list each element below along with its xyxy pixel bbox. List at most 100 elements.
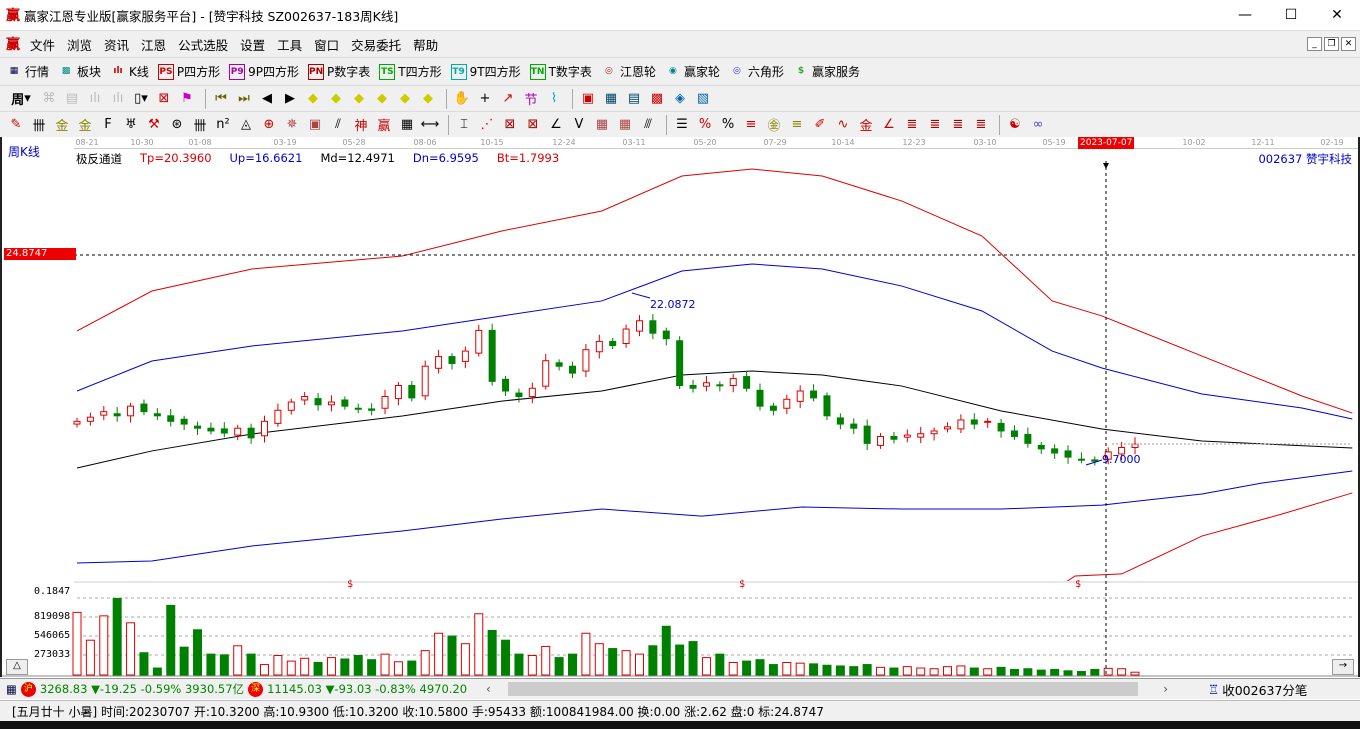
circle-icon[interactable]: ⊛ <box>167 115 187 135</box>
menu-tools[interactable]: 工具 <box>271 35 308 54</box>
fan-icon[interactable]: ⫽ <box>328 115 348 135</box>
hand-icon[interactable]: ✋ <box>452 89 472 109</box>
levels5-icon[interactable]: ≣ <box>971 115 991 135</box>
zoom-right-icon[interactable]: ◆ <box>326 89 346 109</box>
wave-icon[interactable]: ∿ <box>833 115 853 135</box>
menu-help[interactable]: 帮助 <box>407 35 444 54</box>
chart-style-icon[interactable]: ⌘ <box>39 89 59 109</box>
eraser-icon[interactable]: ⚒ <box>144 115 164 135</box>
toolbar-quote-table-button[interactable]: ▦ 行情 <box>6 63 49 80</box>
infinity-icon[interactable]: ∞ <box>1028 115 1048 135</box>
period-lines-icon[interactable]: 卌 <box>190 115 210 135</box>
menu-window[interactable]: 窗口 <box>308 35 345 54</box>
toolbar-winner-wheel-button[interactable]: ◉ 赢家轮 <box>665 63 720 80</box>
menu-gann[interactable]: 江恩 <box>135 35 172 54</box>
menu-browse[interactable]: 浏览 <box>61 35 98 54</box>
n2-icon[interactable]: n² <box>213 115 233 135</box>
percent-line-icon[interactable]: % <box>695 115 715 135</box>
gold-ratio-icon[interactable]: 金 <box>52 115 72 135</box>
line-draw-icon[interactable]: ↗ <box>498 89 518 109</box>
box-icon[interactable]: ⌶ <box>454 115 474 135</box>
gann-square-icon[interactable]: ⊠ <box>523 115 543 135</box>
gann-fan-icon[interactable]: ⋰ <box>477 115 497 135</box>
grid2-icon[interactable]: ▦ <box>615 115 635 135</box>
toolbar-tn-button[interactable]: TN T数字表 <box>529 63 592 80</box>
v-icon[interactable]: V <box>569 115 589 135</box>
target-icon[interactable]: ⊕ <box>259 115 279 135</box>
mdi-restore-button[interactable]: ❐ <box>1324 37 1339 51</box>
yinyang-icon[interactable]: ☯ <box>1005 115 1025 135</box>
prev-icon[interactable]: ◀ <box>257 89 277 109</box>
crosshair-icon[interactable]: + <box>475 89 495 109</box>
save-icon[interactable]: ▩ <box>647 89 667 109</box>
scroll-right-icon[interactable]: › <box>1163 682 1168 696</box>
gann-box-icon[interactable]: ⊠ <box>500 115 520 135</box>
zoom-in-icon[interactable]: ◆ <box>395 89 415 109</box>
close-button[interactable]: ✕ <box>1314 0 1360 30</box>
toolbar-p9-button[interactable]: P9 9P四方形 <box>229 63 299 80</box>
toolbar-kline-button[interactable]: ılı K线 <box>110 63 149 80</box>
toolbar-ts-button[interactable]: TS T四方形 <box>379 63 442 80</box>
triangle-icon[interactable]: ◬ <box>236 115 256 135</box>
gold-ratio2-icon[interactable]: 金 <box>75 115 95 135</box>
toolbar-hexagon-button[interactable]: ◎ 六角形 <box>729 63 784 80</box>
notes-icon[interactable]: ▤ <box>62 89 82 109</box>
toolbar-ps-button[interactable]: PS P四方形 <box>157 63 220 80</box>
levels4-icon[interactable]: ≣ <box>948 115 968 135</box>
gold-line-icon[interactable]: 金 <box>856 115 876 135</box>
star-icon[interactable]: ✵ <box>282 115 302 135</box>
shrink-icon[interactable]: ◆ <box>372 89 392 109</box>
candle-type-icon[interactable]: ▯▾ <box>131 89 151 109</box>
kline-chart[interactable]: 08-21 10-30 01-08 03-19 05-28 08-06 10-15 12-24… <box>0 137 1360 677</box>
horizontal-scrollbar[interactable]: ‹ › <box>478 680 1178 698</box>
menu-settings[interactable]: 设置 <box>234 35 271 54</box>
zoom-out-icon[interactable]: ◆ <box>418 89 438 109</box>
rights-icon[interactable]: ⊠ <box>154 89 174 109</box>
scroll-thumb[interactable] <box>508 682 1138 696</box>
gold-circle-icon[interactable]: ㊎ <box>764 115 784 135</box>
minimize-button[interactable]: — <box>1222 0 1268 30</box>
tick-data-label[interactable]: 收002637分笔 <box>1222 680 1307 699</box>
mdi-minimize-button[interactable]: _ <box>1307 37 1322 51</box>
period-dropdown[interactable]: 周 ▾ <box>6 89 36 109</box>
gold-levels-icon[interactable]: ≡ <box>787 115 807 135</box>
expand-icon[interactable]: ◆ <box>349 89 369 109</box>
calculator-icon[interactable]: ▦ <box>601 89 621 109</box>
flag-icon[interactable]: ⚑ <box>177 89 197 109</box>
network-icon[interactable]: ◈ <box>670 89 690 109</box>
levels3-icon[interactable]: ≣ <box>925 115 945 135</box>
pen-icon[interactable]: ✎ <box>6 115 26 135</box>
ruler-icon[interactable]: ▦ <box>397 115 417 135</box>
toolbar-sector-button[interactable]: ▩ 板块 <box>58 63 101 80</box>
next-icon[interactable]: ▶ <box>280 89 300 109</box>
angle2-icon[interactable]: ∠ <box>879 115 899 135</box>
scroll-left-icon[interactable]: ‹ <box>486 682 491 696</box>
scroll-right-button[interactable]: → <box>1332 659 1354 675</box>
toolbar-t9-button[interactable]: T9 9T四方形 <box>450 63 521 80</box>
menu-file[interactable]: 文件 <box>24 35 61 54</box>
zoom-left-icon[interactable]: ◆ <box>303 89 323 109</box>
first-icon[interactable]: ⏮ <box>211 89 231 109</box>
measure-icon[interactable]: ⟷ <box>420 115 440 135</box>
bars3-icon[interactable]: ılı <box>85 89 105 109</box>
percent-levels-icon[interactable]: ≡ <box>741 115 761 135</box>
fib-icon[interactable]: F <box>98 115 118 135</box>
bars9-icon[interactable]: ılı <box>108 89 128 109</box>
collapse-panel-button[interactable]: △ <box>6 659 28 675</box>
sh-index[interactable]: 3268.83 ▼-19.25 -0.59% 3930.57亿 <box>40 681 244 697</box>
last-icon[interactable]: ⏭ <box>234 89 254 109</box>
angle-icon[interactable]: ∠ <box>546 115 566 135</box>
levels2-icon[interactable]: ≣ <box>902 115 922 135</box>
win-icon[interactable]: 赢 <box>374 115 394 135</box>
toolbar-gann-wheel-button[interactable]: ◎ 江恩轮 <box>601 63 656 80</box>
festival-icon[interactable]: 节 <box>521 89 541 109</box>
toolbar-pn-button[interactable]: PN P数字表 <box>308 63 370 80</box>
percent-icon[interactable]: % <box>718 115 738 135</box>
menu-news[interactable]: 资讯 <box>98 35 135 54</box>
calendar-icon[interactable]: ▣ <box>578 89 598 109</box>
toolbar-dollar-button[interactable]: $ 赢家服务 <box>793 63 860 80</box>
menu-trade[interactable]: 交易委托 <box>345 35 407 54</box>
parallel-icon[interactable]: ⫻ <box>638 115 658 135</box>
sz-index[interactable]: 11145.03 ▼-93.03 -0.83% 4970.20 <box>267 682 467 696</box>
mdi-close-button[interactable]: ✕ <box>1341 37 1356 51</box>
